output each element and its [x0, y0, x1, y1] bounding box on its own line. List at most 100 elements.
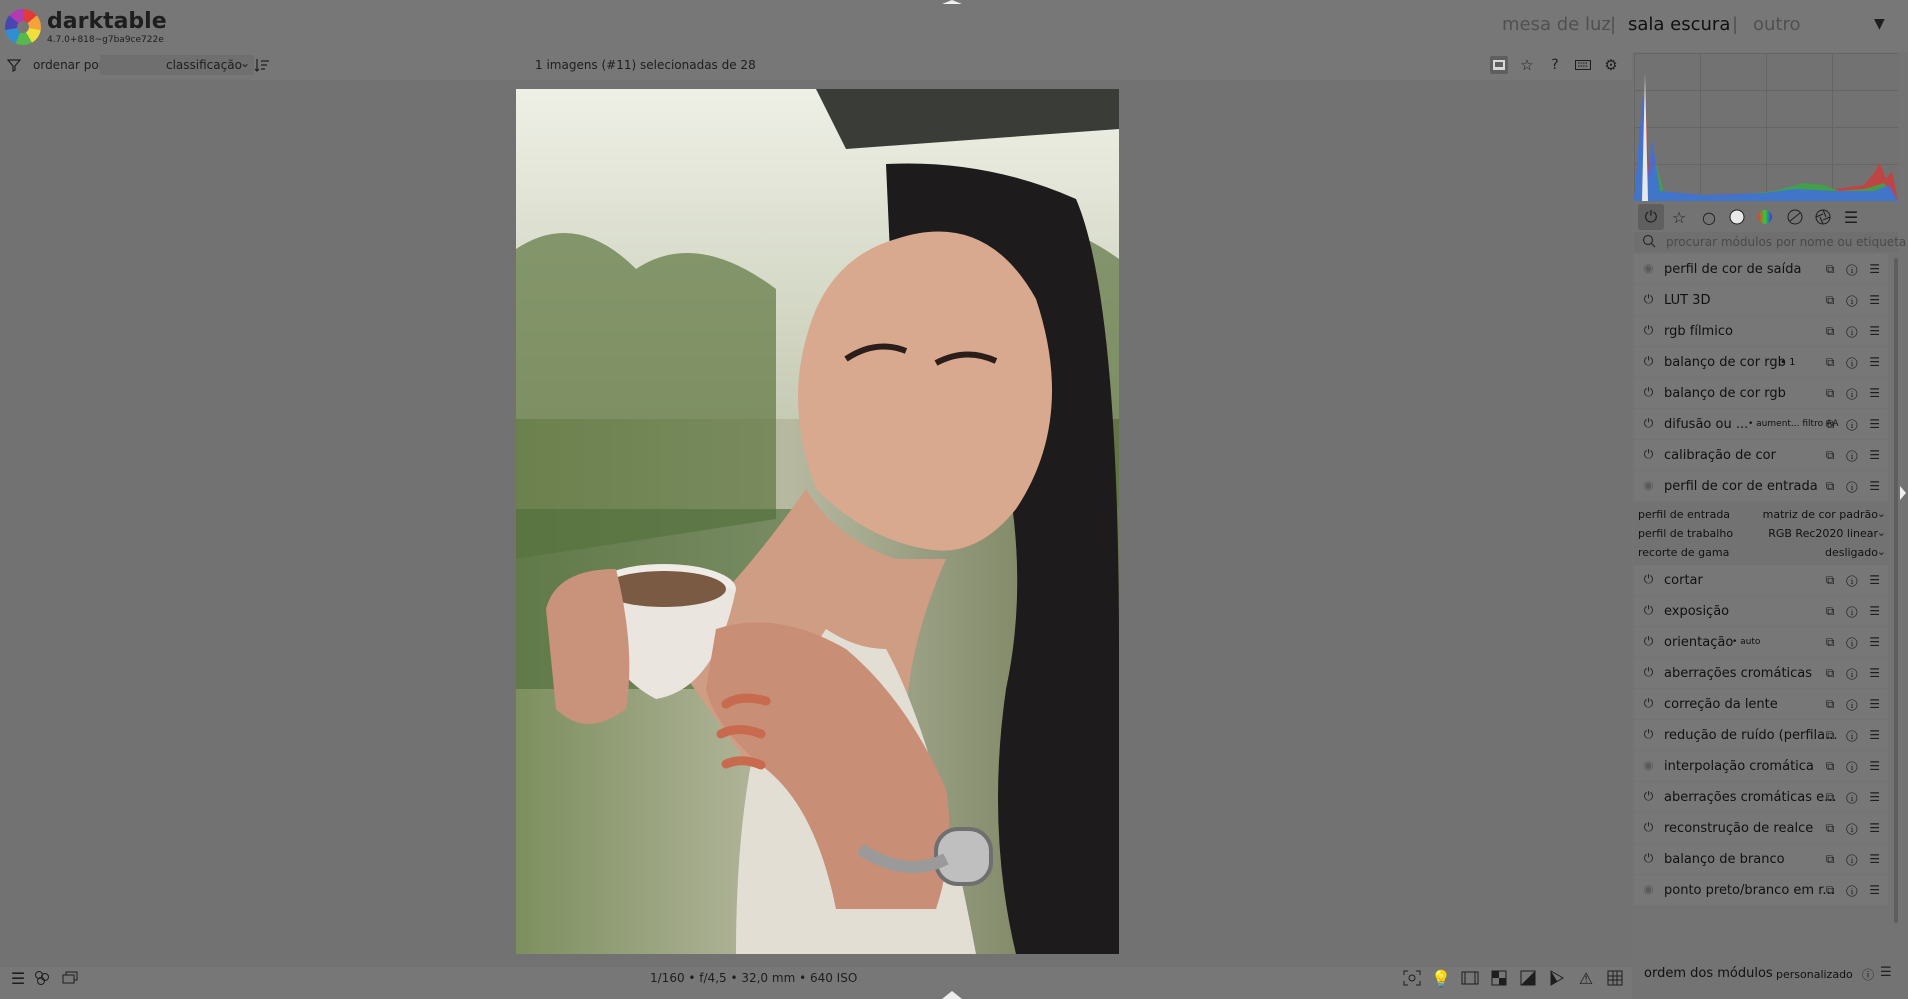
color-assessment-icon[interactable]: 💡	[1431, 968, 1451, 988]
styles-icon[interactable]	[32, 968, 52, 988]
module-actions-icon[interactable]: ⧉ ⓘ ☰	[1826, 635, 1884, 650]
power-icon[interactable]: ⏻	[1642, 417, 1655, 430]
guides-icon[interactable]	[1605, 968, 1625, 988]
module-output-color-profile[interactable]: ◉ perfil de cor de saída ⧉ ⓘ ☰	[1634, 254, 1888, 284]
module-off-icon[interactable]: ◉	[1642, 759, 1655, 772]
module-lens-correction[interactable]: ⏻ correção da lente ⧉ ⓘ ☰	[1634, 689, 1888, 719]
sort-order-icon[interactable]	[253, 56, 271, 74]
module-exposure[interactable]: ⏻ exposição ⧉ ⓘ ☰	[1634, 596, 1888, 626]
base-tab-circle-icon[interactable]: ○	[1696, 204, 1722, 230]
module-lut-3d[interactable]: ⏻ LUT 3D ⧉ ⓘ ☰	[1634, 285, 1888, 315]
reset-icon[interactable]: ⓘ	[1862, 966, 1874, 983]
module-list-scrollbar[interactable]	[1894, 258, 1898, 923]
module-white-balance[interactable]: ⏻ balanço de branco ⧉ ⓘ ☰	[1634, 844, 1888, 874]
collapse-right-panel-arrow-icon[interactable]	[1900, 486, 1906, 500]
power-icon[interactable]: ⏻	[1642, 790, 1655, 803]
gamut-check-icon[interactable]	[1547, 968, 1567, 988]
module-color-balance-rgb[interactable]: ⏻ balanço de cor rgb ⧉ ⓘ ☰	[1634, 378, 1888, 408]
power-icon[interactable]: ⏻	[1642, 604, 1655, 617]
collapse-top-panel-arrow-icon[interactable]	[942, 0, 962, 4]
module-actions-icon[interactable]: ⧉ ⓘ ☰	[1826, 759, 1884, 774]
module-crop[interactable]: ⏻ cortar ⧉ ⓘ ☰	[1634, 565, 1888, 595]
sort-value[interactable]: classificação	[166, 58, 242, 72]
power-icon[interactable]: ⏻	[1642, 448, 1655, 461]
chevron-down-icon[interactable]: ⌄	[1877, 545, 1886, 558]
view-lighttable[interactable]: mesa de luz	[1502, 14, 1611, 35]
module-orientation[interactable]: ⏻ orientação • auto ⧉ ⓘ ☰	[1634, 627, 1888, 657]
clipping-indicator-icon[interactable]	[1489, 968, 1509, 988]
module-actions-icon[interactable]: ⧉ ⓘ ☰	[1826, 355, 1884, 370]
module-actions-icon[interactable]: ⧉ ⓘ ☰	[1826, 883, 1884, 898]
star-icon[interactable]: ☆	[1518, 56, 1536, 74]
effect-tab-aperture-icon[interactable]	[1810, 204, 1836, 230]
photo-preview[interactable]	[516, 89, 1119, 954]
module-off-icon[interactable]: ◉	[1642, 262, 1655, 275]
power-icon[interactable]: ⏻	[1642, 635, 1655, 648]
module-color-balance-rgb-1[interactable]: ⏻ balanço de cor rgb • 1 ⧉ ⓘ ☰	[1634, 347, 1888, 377]
softproof-icon[interactable]	[1518, 968, 1538, 988]
power-icon[interactable]: ⏻	[1642, 355, 1655, 368]
chevron-down-icon[interactable]: ⌄	[1877, 526, 1886, 539]
module-chromatic-aberrations[interactable]: ⏻ aberrações cromáticas ⧉ ⓘ ☰	[1634, 658, 1888, 688]
param-working-profile-value[interactable]: RGB Rec2020 linear	[1768, 527, 1878, 540]
correct-tab-icon[interactable]	[1782, 204, 1808, 230]
power-icon[interactable]: ⏻	[1642, 697, 1655, 710]
tone-tab-icon[interactable]	[1724, 204, 1750, 230]
power-icon[interactable]: ⏻	[1642, 852, 1655, 865]
power-icon[interactable]: ⏻	[1642, 324, 1655, 337]
second-window-icon[interactable]	[60, 968, 80, 988]
module-filmic-rgb[interactable]: ⏻ rgb fílmico ⧉ ⓘ ☰	[1634, 316, 1888, 346]
raw-overexposed-icon[interactable]	[1460, 968, 1480, 988]
module-actions-icon[interactable]: ⧉ ⓘ ☰	[1826, 852, 1884, 867]
module-raw-chromatic-aberrations[interactable]: ⏻ aberrações cromáticas e... ⧉ ⓘ ☰	[1634, 782, 1888, 812]
module-actions-icon[interactable]: ⧉ ⓘ ☰	[1826, 666, 1884, 681]
module-off-icon[interactable]: ◉	[1642, 883, 1655, 896]
module-demosaic[interactable]: ◉ interpolação cromática ⧉ ⓘ ☰	[1634, 751, 1888, 781]
power-icon[interactable]: ⏻	[1642, 821, 1655, 834]
module-highlight-reconstruction[interactable]: ⏻ reconstrução de realce ⧉ ⓘ ☰	[1634, 813, 1888, 843]
module-denoise-profiled[interactable]: ⏻ redução de ruído (perfila... ⧉ ⓘ ☰	[1634, 720, 1888, 750]
module-actions-icon[interactable]: ⧉ ⓘ ☰	[1826, 697, 1884, 712]
power-icon[interactable]: ⏻	[1642, 573, 1655, 586]
gear-icon[interactable]: ⚙	[1602, 56, 1620, 74]
module-actions-icon[interactable]: ⧉ ⓘ ☰	[1826, 728, 1884, 743]
color-tab-icon[interactable]	[1752, 204, 1778, 230]
module-order-value[interactable]: personalizado	[1776, 968, 1853, 981]
module-actions-icon[interactable]: ⧉ ⓘ ☰	[1826, 479, 1884, 494]
focus-peaking-icon[interactable]	[1402, 968, 1422, 988]
view-darkroom[interactable]: sala escura	[1628, 14, 1730, 35]
chevron-down-icon[interactable]: ⌄	[240, 56, 250, 70]
histogram[interactable]	[1634, 53, 1898, 201]
module-actions-icon[interactable]: ⧉ ⓘ ☰	[1826, 448, 1884, 463]
module-actions-icon[interactable]: ⧉ ⓘ ☰	[1826, 293, 1884, 308]
module-actions-icon[interactable]: ⧉ ⓘ ☰	[1826, 262, 1884, 277]
keyboard-icon[interactable]	[1574, 56, 1592, 74]
overlays-icon[interactable]	[1490, 56, 1508, 74]
module-actions-icon[interactable]: ⧉ ⓘ ☰	[1826, 790, 1884, 805]
presets-menu-icon[interactable]: ☰	[1880, 965, 1892, 980]
quick-access-icon[interactable]: ☰	[8, 968, 28, 988]
view-other[interactable]: outro	[1753, 14, 1801, 35]
active-modules-tab-power-icon[interactable]: ⏻	[1638, 204, 1664, 230]
module-raw-black-white-point[interactable]: ◉ ponto preto/branco em r... ⧉ ⓘ ☰	[1634, 875, 1888, 905]
module-actions-icon[interactable]: ⧉ ⓘ ☰	[1826, 417, 1884, 432]
power-icon[interactable]: ⏻	[1642, 666, 1655, 679]
module-actions-icon[interactable]: ⧉ ⓘ ☰	[1826, 573, 1884, 588]
param-gamut-clipping-value[interactable]: desligado	[1825, 546, 1878, 559]
module-actions-icon[interactable]: ⧉ ⓘ ☰	[1826, 821, 1884, 836]
chevron-down-icon[interactable]: ⌄	[1877, 507, 1886, 520]
power-icon[interactable]: ⏻	[1642, 728, 1655, 741]
module-diffuse-or-sharpen[interactable]: ⏻ difusão ou ... • aument... filtro AA ⧉…	[1634, 409, 1888, 439]
module-input-color-profile[interactable]: ◉ perfil de cor de entrada ⧉ ⓘ ☰	[1634, 471, 1888, 501]
collapse-bottom-panel-arrow-icon[interactable]	[942, 991, 962, 999]
module-actions-icon[interactable]: ⧉ ⓘ ☰	[1826, 324, 1884, 339]
power-icon[interactable]: ⏻	[1642, 293, 1655, 306]
view-dropdown-icon[interactable]: ▼	[1874, 16, 1885, 32]
module-color-calibration[interactable]: ⏻ calibração de cor ⧉ ⓘ ☰	[1634, 440, 1888, 470]
module-off-icon[interactable]: ◉	[1642, 479, 1655, 492]
module-actions-icon[interactable]: ⧉ ⓘ ☰	[1826, 604, 1884, 619]
warning-icon[interactable]: ⚠	[1576, 968, 1596, 988]
favorites-tab-star-icon[interactable]: ☆	[1666, 204, 1692, 230]
presets-menu-icon[interactable]: ☰	[1838, 204, 1864, 230]
power-icon[interactable]: ⏻	[1642, 386, 1655, 399]
